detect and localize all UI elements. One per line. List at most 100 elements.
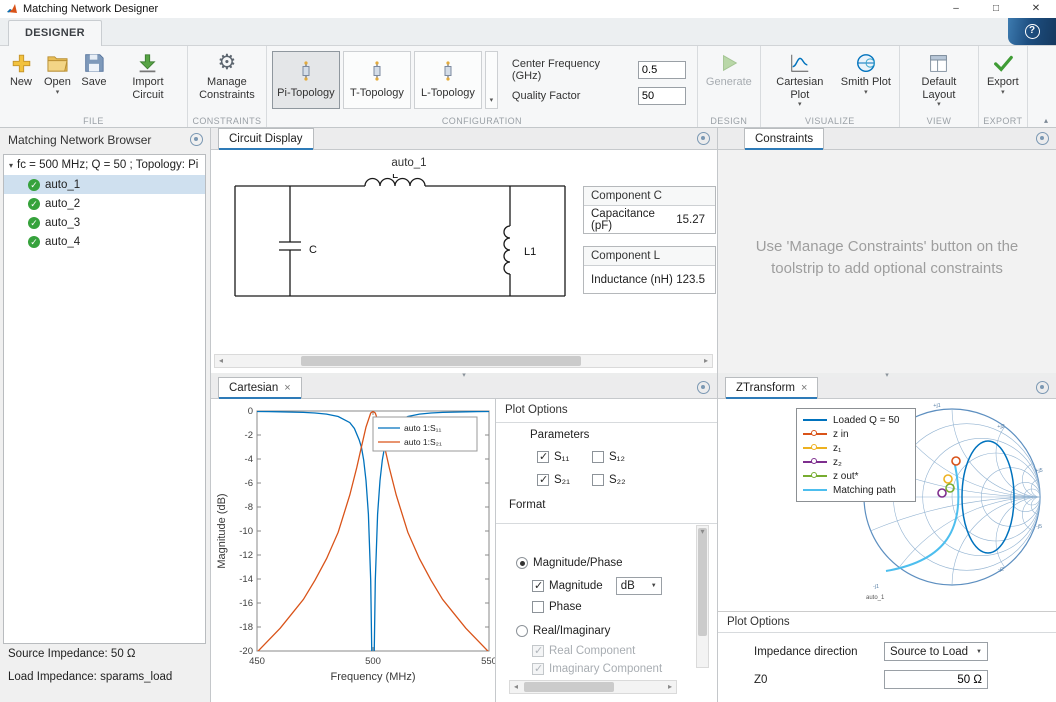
svg-text:Magnitude (dB): Magnitude (dB) [216, 493, 228, 568]
s22-checkbox-row[interactable]: S₂₂ [592, 474, 626, 486]
generate-button[interactable]: Generate [701, 46, 757, 89]
cartesian-panel-options-icon[interactable] [697, 381, 710, 394]
tree-collapse-icon[interactable]: ▾ [9, 161, 13, 170]
magnitude-phase-radio[interactable] [516, 557, 528, 569]
scroll-right-icon[interactable]: ▸ [700, 355, 712, 367]
magnitude-checkbox[interactable] [532, 580, 544, 592]
legend-entry: z out* [803, 469, 909, 483]
plot-options-horizontal-scrollbar[interactable]: ◂ ▸ [509, 680, 677, 694]
circuit-panel-options-icon[interactable] [697, 132, 710, 145]
source-impedance-text: Source Impedance: 50 Ω [8, 648, 136, 660]
import-icon [135, 51, 161, 75]
magnitude-unit-select[interactable]: dB ▼ [616, 577, 662, 595]
tree-item-auto-3[interactable]: auto_3 [4, 213, 205, 232]
tree-item-label: auto_3 [45, 217, 80, 229]
capacitance-label: Capacitance (pF) [591, 208, 676, 232]
export-label: Export [987, 76, 1019, 89]
ztransform-panel-options-icon[interactable] [1036, 381, 1049, 394]
phase-checkbox[interactable] [532, 601, 544, 613]
scroll-thumb[interactable] [524, 682, 614, 692]
quality-factor-input[interactable] [638, 87, 686, 105]
svg-text:-18: -18 [239, 622, 253, 633]
close-tab-icon[interactable]: × [284, 378, 290, 398]
plot-options-panel: Plot Options Parameters S₁₁ S₁₂ S₂₁ S₂₂ … [495, 399, 717, 702]
smith-legend: Loaded Q = 50z inz₁z₂z out*Matching path [796, 408, 916, 502]
constraints-panel-options-icon[interactable] [1036, 132, 1049, 145]
tab-cartesian[interactable]: Cartesian × [218, 377, 302, 398]
close-button[interactable]: ✕ [1016, 0, 1056, 18]
open-button[interactable]: Open ▾ [39, 46, 76, 96]
export-button[interactable]: Export ▾ [982, 46, 1024, 96]
s12-checkbox[interactable] [592, 451, 604, 463]
s21-checkbox[interactable] [537, 474, 549, 486]
format-vertical-scrollbar[interactable]: ▾ [696, 525, 709, 668]
magnitude-phase-radio-row[interactable]: Magnitude/Phase [516, 557, 623, 569]
impedance-direction-select[interactable]: Source to Load ▼ [884, 642, 988, 661]
tab-designer[interactable]: DESIGNER [8, 20, 102, 46]
l-topology-button[interactable]: L-Topology [414, 51, 482, 109]
s22-checkbox[interactable] [592, 474, 604, 486]
svg-text:-6: -6 [245, 478, 253, 489]
maximize-button[interactable]: □ [976, 0, 1016, 18]
phase-checkbox-row[interactable]: Phase [532, 601, 582, 613]
scroll-thumb[interactable] [301, 356, 581, 366]
collapse-toolstrip-icon[interactable]: ▴ [1044, 116, 1048, 125]
s11-checkbox[interactable] [537, 451, 549, 463]
success-check-icon [28, 217, 40, 229]
open-folder-icon [44, 51, 70, 75]
s11-checkbox-row[interactable]: S₁₁ [537, 451, 569, 463]
z0-label: Z0 [754, 674, 767, 686]
save-button[interactable]: Save [76, 46, 112, 89]
ribbon-section-file: New Open ▾ Save [0, 46, 188, 127]
z0-input[interactable] [884, 670, 988, 689]
capacitance-value[interactable]: 15.27 [676, 214, 705, 226]
real-imaginary-radio-row[interactable]: Real/Imaginary [516, 625, 610, 637]
smith-plot-button[interactable]: Smith Plot ▾ [836, 46, 896, 96]
inductance-value[interactable]: 123.5 [676, 274, 705, 286]
s12-checkbox-row[interactable]: S₁₂ [592, 451, 625, 463]
manage-constraints-label: Manage Constraints [196, 76, 258, 101]
chevron-down-icon: ▼ [651, 583, 657, 589]
s11-label: S₁₁ [554, 451, 569, 463]
legend-entry: Loaded Q = 50 [803, 413, 909, 427]
scroll-down-icon[interactable]: ▾ [697, 526, 708, 667]
circuit-schematic[interactable]: L C L1 [225, 174, 593, 324]
real-imaginary-radio[interactable] [516, 625, 528, 637]
tree-root[interactable]: ▾ fc = 500 MHz; Q = 50 ; Topology: Pi [4, 155, 205, 175]
tab-circuit-display[interactable]: Circuit Display [218, 128, 314, 149]
scroll-left-icon[interactable]: ◂ [510, 681, 522, 693]
s21-checkbox-row[interactable]: S₂₁ [537, 474, 570, 486]
component-c-title: Component C [584, 187, 715, 206]
success-check-icon [28, 179, 40, 191]
svg-text:-10: -10 [239, 526, 253, 537]
t-topology-button[interactable]: T-Topology [343, 51, 411, 109]
toolstrip-spacer [1028, 46, 1056, 127]
new-button[interactable]: New [3, 46, 39, 89]
magnitude-checkbox-row[interactable]: Magnitude dB ▼ [532, 577, 662, 595]
magnitude-plot[interactable]: 0-2-4-6-8-10-12-14-16-18-20450500550Freq… [213, 399, 495, 699]
scroll-left-icon[interactable]: ◂ [215, 355, 227, 367]
scroll-right-icon[interactable]: ▸ [664, 681, 676, 693]
ribbon-section-design: Generate DESIGN [698, 46, 761, 127]
svg-text:450: 450 [249, 656, 265, 667]
import-circuit-button[interactable]: Import Circuit [112, 46, 184, 101]
close-tab-icon[interactable]: × [801, 378, 807, 398]
tree-item-auto-1[interactable]: auto_1 [4, 175, 205, 194]
tree-item-auto-2[interactable]: auto_2 [4, 194, 205, 213]
cartesian-plot-button[interactable]: Cartesian Plot ▾ [764, 46, 836, 108]
tab-constraints[interactable]: Constraints [744, 128, 824, 149]
center-frequency-input[interactable] [638, 61, 686, 79]
minimize-button[interactable]: – [936, 0, 976, 18]
s22-label: S₂₂ [609, 474, 626, 486]
component-l-panel: Component L Inductance (nH) 123.5 [583, 246, 716, 294]
help-icon[interactable]: ? [1025, 24, 1040, 39]
new-label: New [10, 76, 32, 89]
default-layout-button[interactable]: Default Layout ▾ [903, 46, 975, 108]
tree-item-auto-4[interactable]: auto_4 [4, 232, 205, 251]
manage-constraints-button[interactable]: ⚙ Manage Constraints [191, 46, 263, 101]
topology-gallery-expand-button[interactable]: ▾ [485, 51, 498, 109]
pi-topology-button[interactable]: Pi-Topology [272, 51, 340, 109]
circuit-horizontal-scrollbar[interactable]: ◂ ▸ [214, 354, 713, 368]
tab-ztransform[interactable]: ZTransform × [725, 377, 818, 398]
browser-panel-options-icon[interactable] [190, 133, 203, 146]
